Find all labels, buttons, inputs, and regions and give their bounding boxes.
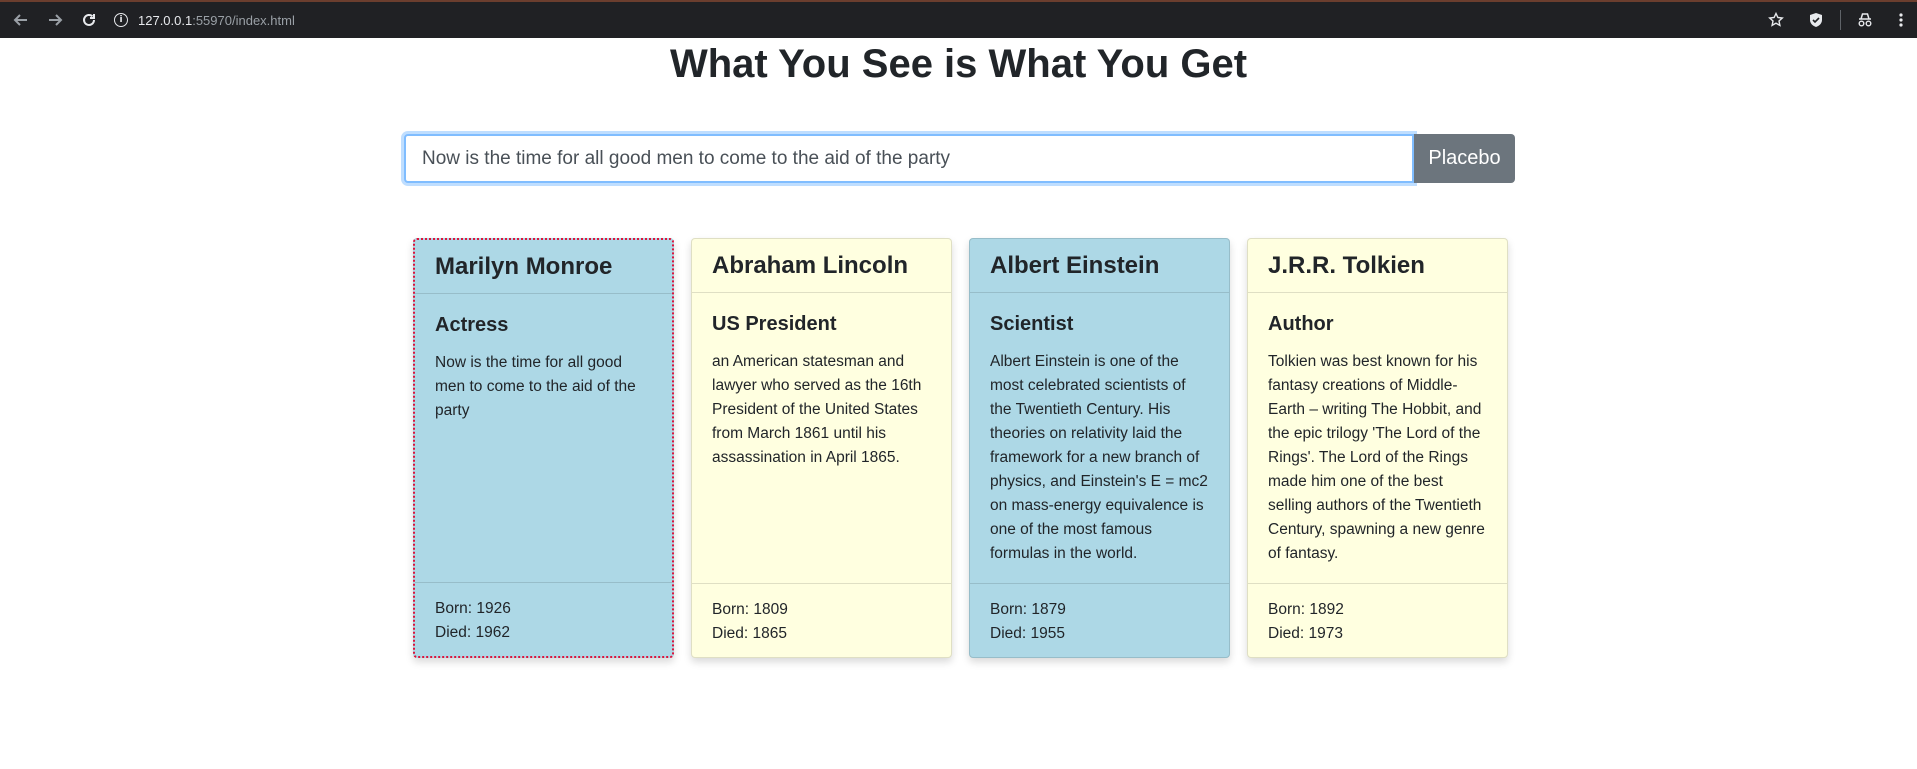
card-died: Died: 1973: [1268, 625, 1343, 642]
shield-extension-icon[interactable]: [1796, 2, 1836, 38]
card-text: Now is the time for all good men to come…: [435, 354, 636, 419]
card-footer: Born: 1809 Died: 1865: [692, 583, 951, 657]
card-text: Tolkien was best known for his fantasy c…: [1268, 353, 1485, 562]
card-albert-einstein[interactable]: Albert Einstein Scientist Albert Einstei…: [969, 238, 1230, 658]
card-role: Actress: [435, 314, 509, 336]
card-born: Born: 1926: [435, 600, 511, 617]
card-footer: Born: 1892 Died: 1973: [1248, 583, 1507, 657]
card-jrr-tolkien[interactable]: J.R.R. Tolkien Author Tolkien was best k…: [1247, 238, 1508, 658]
card-role: Scientist: [990, 313, 1074, 335]
card-title: J.R.R. Tolkien: [1248, 239, 1507, 293]
card-born: Born: 1879: [990, 601, 1066, 618]
toolbar-divider: [1840, 10, 1841, 30]
more-menu-icon[interactable]: [1885, 2, 1917, 38]
reload-button[interactable]: [74, 5, 104, 35]
card-marilyn-monroe[interactable]: Marilyn Monroe Actress Now is the time f…: [413, 238, 674, 658]
card-title: Abraham Lincoln: [692, 239, 951, 293]
bookmark-star-icon[interactable]: [1756, 2, 1796, 38]
address-bar[interactable]: i 127.0.0.1:55970/index.html: [114, 6, 1774, 34]
card-footer: Born: 1879 Died: 1955: [970, 583, 1229, 657]
arrow-right-icon: [49, 14, 63, 26]
card-title: Marilyn Monroe: [415, 240, 672, 294]
incognito-icon[interactable]: [1845, 2, 1885, 38]
reload-icon: [83, 13, 95, 26]
card-text: an American statesman and lawyer who ser…: [712, 353, 922, 466]
card-born: Born: 1892: [1268, 601, 1344, 618]
card-title: Albert Einstein: [970, 239, 1229, 293]
card-died: Died: 1955: [990, 625, 1065, 642]
card-born: Born: 1809: [712, 601, 788, 618]
card-died: Died: 1962: [435, 624, 510, 641]
card-list: Marilyn Monroe Actress Now is the time f…: [413, 238, 1508, 658]
browser-toolbar: i 127.0.0.1:55970/index.html: [0, 0, 1917, 38]
info-icon[interactable]: i: [114, 13, 128, 27]
back-button[interactable]: [6, 5, 36, 35]
card-died: Died: 1865: [712, 625, 787, 642]
forward-button[interactable]: [40, 5, 70, 35]
placebo-button[interactable]: Placebo: [1414, 134, 1515, 183]
card-role: Author: [1268, 313, 1334, 335]
card-footer: Born: 1926 Died: 1962: [415, 582, 672, 656]
card-abraham-lincoln[interactable]: Abraham Lincoln US President an American…: [691, 238, 952, 658]
card-text: Albert Einstein is one of the most celeb…: [990, 353, 1208, 562]
text-input[interactable]: [404, 134, 1414, 183]
url-path: :55970/index.html: [192, 12, 295, 28]
url-host: 127.0.0.1: [138, 12, 193, 28]
search-group: Placebo: [404, 134, 1515, 183]
card-role: US President: [712, 313, 837, 335]
arrow-left-icon: [13, 14, 27, 26]
page-title: What You See is What You Get: [669, 42, 1248, 86]
